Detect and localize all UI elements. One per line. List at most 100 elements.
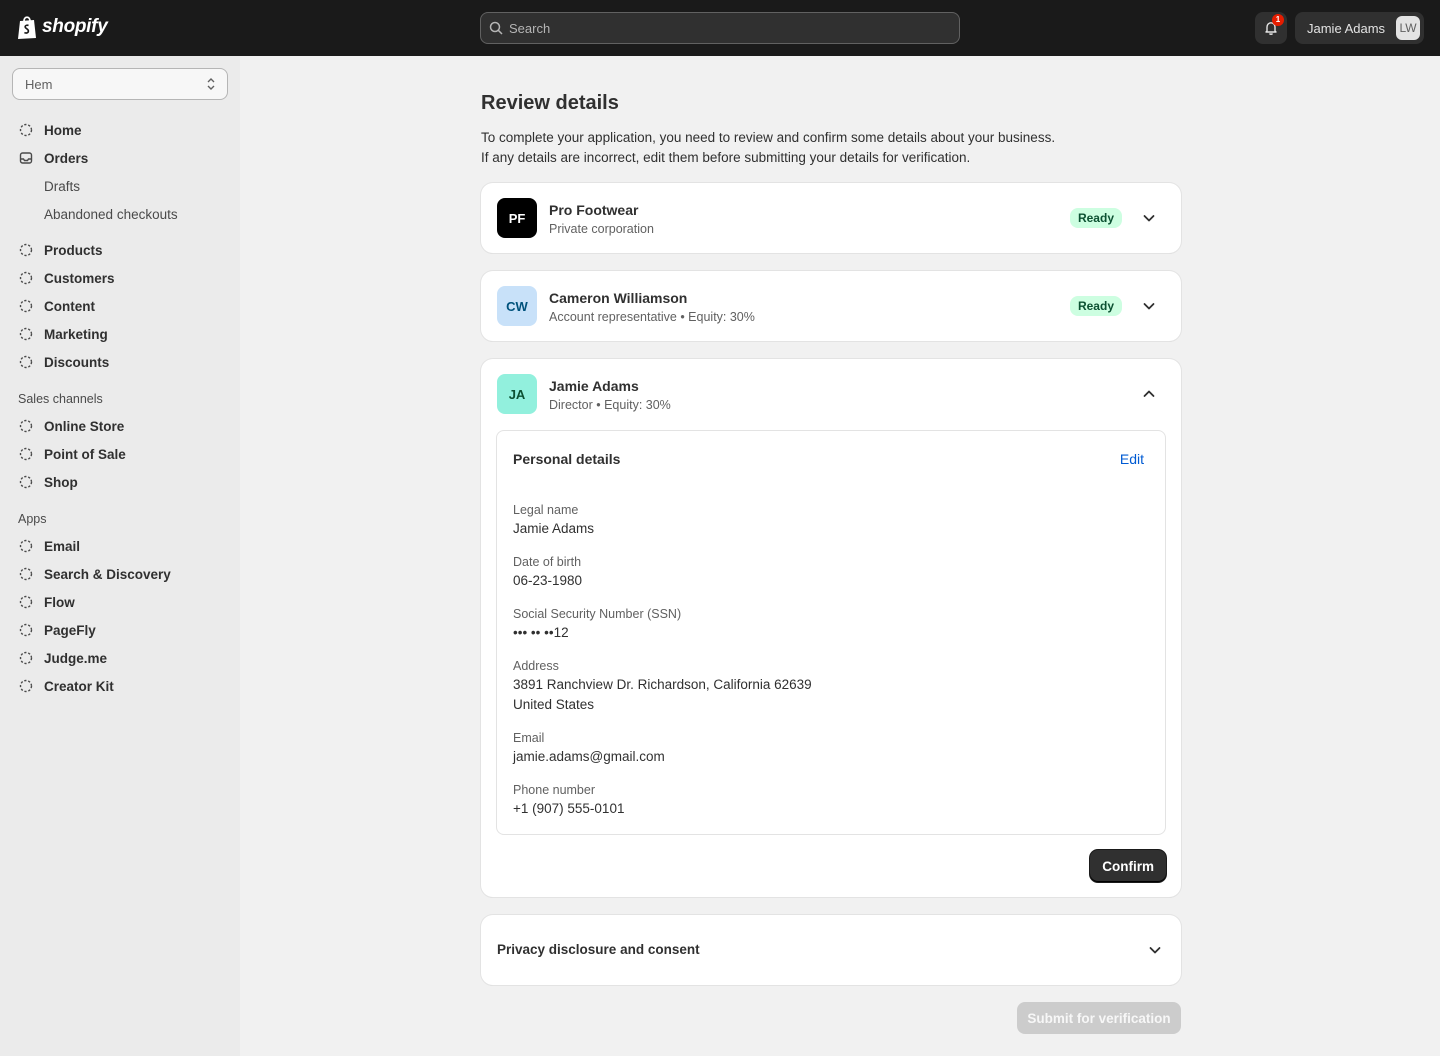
sidebar-item-label: Drafts	[44, 178, 81, 194]
sidebar-item-customers[interactable]: Customers	[12, 264, 228, 292]
card-subtitle: Private corporation	[549, 222, 654, 236]
avatar: JA	[497, 374, 537, 414]
sidebar-item-point-of-sale[interactable]: Point of Sale	[12, 440, 228, 468]
section-title: Personal details	[513, 451, 621, 467]
sidebar-item-label: Products	[44, 242, 103, 258]
placeholder-icon	[19, 355, 33, 369]
placeholder-icon	[19, 327, 33, 341]
placeholder-icon	[19, 651, 33, 665]
placeholder-icon	[19, 679, 33, 693]
card-title: Cameron Williamson	[549, 290, 688, 306]
ssn-value: ••• •• ••12	[513, 625, 569, 640]
business-card[interactable]: PF Pro Footwear Private corporation Read…	[481, 183, 1181, 253]
confirm-button[interactable]: Confirm	[1090, 850, 1166, 882]
address-label: Address	[513, 659, 559, 673]
chevron-down-icon[interactable]	[1147, 942, 1163, 958]
chevron-up-icon[interactable]	[1141, 386, 1157, 402]
address-line-1: 3891 Ranchview Dr. Richardson, Californi…	[513, 677, 812, 692]
card-title: Pro Footwear	[549, 202, 639, 218]
sidebar-item-label: PageFly	[44, 622, 96, 638]
ssn-label: Social Security Number (SSN)	[513, 607, 682, 621]
person-card-expanded: JA Jamie Adams Director • Equity: 30% Pe…	[481, 359, 1181, 897]
avatar: CW	[497, 286, 537, 326]
sidebar-item-label: Orders	[44, 150, 89, 166]
email-value: jamie.adams@gmail.com	[513, 749, 665, 764]
sidebar-item-label: Flow	[44, 594, 75, 610]
edit-link[interactable]: Edit	[1120, 451, 1144, 467]
status-badge: Ready	[1069, 208, 1122, 228]
store-name: Hem	[25, 76, 53, 92]
sidebar-item-home[interactable]: Home	[12, 116, 228, 144]
sidebar-item-shop[interactable]: Shop	[12, 468, 228, 496]
sidebar-item-content[interactable]: Content	[12, 292, 228, 320]
intro-text: To complete your application, you need t…	[481, 128, 1181, 168]
person-card[interactable]: CW Cameron Williamson Account representa…	[481, 271, 1181, 341]
placeholder-icon	[19, 243, 33, 257]
status-badge: Ready	[1069, 296, 1122, 316]
placeholder-icon	[19, 595, 33, 609]
notification-count-badge: 1	[1272, 14, 1284, 26]
dob-value: 06-23-1980	[513, 573, 583, 588]
search-bar[interactable]	[480, 12, 960, 44]
address-line-2: United States	[513, 697, 595, 712]
user-menu-button[interactable]: Jamie Adams LW	[1295, 12, 1424, 44]
sidebar-item-pagefly[interactable]: PageFly	[12, 616, 228, 644]
sidebar-item-drafts[interactable]: Drafts	[12, 172, 228, 200]
placeholder-icon	[19, 299, 33, 313]
sidebar-item-label: Marketing	[44, 326, 108, 342]
chevron-down-icon[interactable]	[1141, 210, 1157, 226]
sidebar-item-orders[interactable]: Orders	[12, 144, 228, 172]
sidebar-item-label: Email	[44, 538, 81, 554]
notifications-button[interactable]: 1	[1255, 12, 1287, 44]
sidebar-item-label: Search & Discovery	[44, 566, 171, 582]
shopify-bag-icon	[18, 16, 36, 39]
user-name: Jamie Adams	[1307, 20, 1386, 36]
dob-label: Date of birth	[513, 555, 582, 569]
placeholder-icon	[19, 567, 33, 581]
card-header[interactable]: JA Jamie Adams Director • Equity: 30%	[497, 374, 1165, 414]
brand-name: shopify	[42, 16, 108, 37]
sidebar-item-abandoned-checkouts[interactable]: Abandoned checkouts	[12, 200, 228, 228]
sidebar-item-flow[interactable]: Flow	[12, 588, 228, 616]
sidebar-item-label: Creator Kit	[44, 678, 114, 694]
sidebar: Hem Home Orders Drafts Abandoned checkou…	[0, 56, 240, 1056]
intro-line-1: To complete your application, you need t…	[481, 130, 1056, 145]
avatar: LW	[1396, 16, 1420, 40]
placeholder-icon	[19, 123, 33, 137]
phone-label: Phone number	[513, 783, 596, 797]
shopify-logo[interactable]: shopify	[16, 14, 108, 40]
personal-details-section: Personal details Edit Legal name Jamie A…	[496, 430, 1166, 835]
sidebar-item-products[interactable]: Products	[12, 236, 228, 264]
sidebar-item-online-store[interactable]: Online Store	[12, 412, 228, 440]
chevron-down-icon[interactable]	[1141, 298, 1157, 314]
sidebar-item-label: Point of Sale	[44, 446, 126, 462]
sidebar-item-label: Shop	[44, 474, 78, 490]
search-icon	[489, 21, 503, 35]
legal-name-label: Legal name	[513, 503, 579, 517]
page-title: Review details	[481, 92, 619, 114]
submit-for-verification-button[interactable]: Submit for verification	[1017, 1002, 1181, 1034]
placeholder-icon	[19, 475, 33, 489]
sidebar-item-email[interactable]: Email	[12, 532, 228, 560]
sidebar-item-label: Home	[44, 122, 82, 138]
inbox-icon	[19, 152, 33, 164]
store-selector[interactable]: Hem	[12, 68, 228, 100]
avatar: PF	[497, 198, 537, 238]
sidebar-item-label: Customers	[44, 270, 115, 286]
email-label: Email	[513, 731, 545, 745]
phone-value: +1 (907) 555-0101	[513, 801, 625, 816]
card-header: PF Pro Footwear Private corporation Read…	[497, 198, 1165, 238]
sidebar-item-label: Discounts	[44, 354, 110, 370]
placeholder-icon	[19, 419, 33, 433]
sidebar-item-creator-kit[interactable]: Creator Kit	[12, 672, 228, 700]
card-title: Privacy disclosure and consent	[497, 942, 700, 957]
privacy-card[interactable]: Privacy disclosure and consent	[481, 915, 1181, 985]
sidebar-item-search-discovery[interactable]: Search & Discovery	[12, 560, 228, 588]
search-input[interactable]	[509, 20, 929, 36]
sidebar-item-marketing[interactable]: Marketing	[12, 320, 228, 348]
sales-channels-heading: Sales channels	[18, 392, 103, 406]
sidebar-item-discounts[interactable]: Discounts	[12, 348, 228, 376]
card-title: Jamie Adams	[549, 378, 639, 394]
sidebar-item-label: Online Store	[44, 418, 125, 434]
sidebar-item-judge-me[interactable]: Judge.me	[12, 644, 228, 672]
